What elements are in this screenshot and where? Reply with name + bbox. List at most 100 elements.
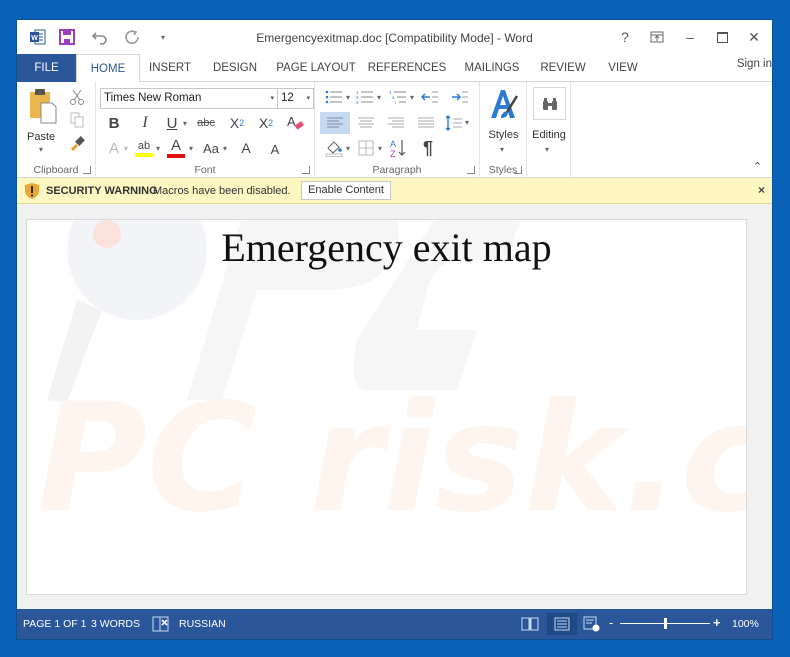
minimize-icon: – xyxy=(686,29,694,45)
tab-design[interactable]: DESIGN xyxy=(200,54,270,82)
sort-button[interactable]: AZ xyxy=(387,137,409,159)
text-effects-dropdown-icon[interactable]: ▾ xyxy=(124,144,128,153)
highlight-dropdown-icon[interactable]: ▾ xyxy=(156,144,160,153)
zoom-in-button[interactable]: + xyxy=(713,615,721,630)
shield-warning-icon xyxy=(25,183,39,199)
bullets-dropdown-icon[interactable]: ▾ xyxy=(346,93,350,102)
tab-file[interactable]: FILE xyxy=(17,54,76,82)
clear-formatting-button[interactable]: A xyxy=(285,113,305,133)
align-center-button[interactable] xyxy=(353,112,379,134)
copy-button[interactable] xyxy=(68,111,86,129)
align-left-button[interactable] xyxy=(320,112,350,134)
font-color-dropdown-icon[interactable]: ▾ xyxy=(189,144,193,153)
numbering-dropdown-icon[interactable]: ▾ xyxy=(377,93,381,102)
font-color-button[interactable]: A xyxy=(165,137,187,159)
italic-button[interactable]: I xyxy=(136,114,154,132)
maximize-button[interactable] xyxy=(710,26,734,48)
language-status[interactable]: RUSSIAN xyxy=(179,618,226,630)
zoom-out-button[interactable]: - xyxy=(609,615,613,630)
font-name-input[interactable]: Times New Roman ▾ xyxy=(100,88,278,109)
word-count[interactable]: 3 WORDS xyxy=(91,618,140,630)
document-heading[interactable]: Emergency exit map xyxy=(27,224,746,271)
multilevel-list-dropdown-icon[interactable]: ▾ xyxy=(410,93,414,102)
change-case-dropdown-icon[interactable]: ▾ xyxy=(223,144,227,153)
show-formatting-marks-button[interactable]: ¶ xyxy=(417,137,439,159)
superscript-button[interactable]: X2 xyxy=(256,114,276,132)
highlight-button[interactable]: ab xyxy=(133,137,155,159)
clipboard-launcher-icon[interactable] xyxy=(83,166,91,174)
line-spacing-dropdown-icon[interactable]: ▾ xyxy=(465,118,469,127)
ribbon-display-options-icon xyxy=(650,31,664,43)
font-size-dropdown-icon[interactable]: ▾ xyxy=(306,94,310,102)
document-page[interactable]: PC risk.com Emergency exit map xyxy=(26,219,747,595)
document-area[interactable]: PC risk.com Emergency exit map xyxy=(17,204,772,609)
font-size-input[interactable]: 12 ▾ xyxy=(278,88,314,109)
tab-page-layout[interactable]: PAGE LAYOUT xyxy=(270,54,362,82)
web-layout-button[interactable] xyxy=(579,613,605,635)
borders-dropdown-icon[interactable]: ▾ xyxy=(378,144,382,153)
justify-button[interactable] xyxy=(413,112,439,134)
shading-dropdown-icon[interactable]: ▾ xyxy=(346,144,350,153)
line-spacing-icon xyxy=(445,115,462,131)
close-button[interactable]: ✕ xyxy=(742,26,766,48)
tab-mailings[interactable]: MAILINGS xyxy=(452,54,532,82)
line-spacing-button[interactable] xyxy=(443,112,465,134)
underline-button[interactable]: U xyxy=(163,114,181,132)
decrease-indent-button[interactable] xyxy=(419,88,441,106)
tab-insert[interactable]: INSERT xyxy=(140,54,200,82)
enable-content-button[interactable]: Enable Content xyxy=(301,181,391,200)
highlight-glyph: ab xyxy=(137,140,151,152)
strikethrough-button[interactable]: abc xyxy=(194,114,218,132)
close-message-bar-icon[interactable]: × xyxy=(758,183,765,197)
shrink-font-button[interactable]: A xyxy=(266,139,284,159)
minimize-button[interactable]: – xyxy=(678,26,702,48)
tab-references[interactable]: REFERENCES xyxy=(362,54,452,82)
bold-button[interactable]: B xyxy=(105,114,123,132)
collapse-ribbon-icon[interactable]: ⌃ xyxy=(753,160,762,173)
print-layout-button[interactable] xyxy=(547,613,577,635)
page-count[interactable]: PAGE 1 OF 1 xyxy=(23,618,86,630)
cut-button[interactable] xyxy=(68,88,86,106)
format-painter-button[interactable] xyxy=(68,134,86,152)
multilevel-list-button[interactable]: 1ai xyxy=(387,88,409,106)
proofing-error-icon xyxy=(152,616,169,632)
security-warning-message: Macros have been disabled. xyxy=(153,185,291,197)
styles-button[interactable]: Styles ▾ xyxy=(480,82,527,160)
svg-text:A: A xyxy=(287,114,296,129)
styles-launcher-icon[interactable] xyxy=(514,166,522,174)
help-button[interactable]: ? xyxy=(613,26,637,48)
ribbon-display-options-button[interactable] xyxy=(645,26,669,48)
subscript-button[interactable]: X2 xyxy=(227,114,247,132)
paragraph-launcher-icon[interactable] xyxy=(467,166,475,174)
font-launcher-icon[interactable] xyxy=(302,166,310,174)
proofing-status-button[interactable] xyxy=(148,613,174,635)
change-case-button[interactable]: Aa xyxy=(199,139,223,157)
zoom-level[interactable]: 100% xyxy=(732,618,759,630)
zoom-slider[interactable] xyxy=(620,618,710,629)
tab-review[interactable]: REVIEW xyxy=(532,54,594,82)
bullets-button[interactable] xyxy=(323,88,345,106)
sign-in-link[interactable]: Sign in xyxy=(737,58,772,70)
paste-icon xyxy=(30,89,57,124)
sort-az-icon: AZ xyxy=(390,139,406,158)
borders-button[interactable] xyxy=(355,138,377,158)
paste-label[interactable]: Paste xyxy=(27,131,55,143)
align-right-icon xyxy=(388,117,404,128)
tab-view[interactable]: VIEW xyxy=(594,54,652,82)
read-mode-button[interactable] xyxy=(517,613,543,635)
editing-button[interactable]: Editing ▾ xyxy=(527,82,571,160)
zoom-slider-thumb[interactable] xyxy=(663,618,667,629)
font-color-glyph: A xyxy=(170,137,181,154)
paste-button[interactable] xyxy=(26,86,60,126)
paste-dropdown-icon[interactable]: ▾ xyxy=(39,145,43,154)
align-right-button[interactable] xyxy=(383,112,409,134)
font-name-dropdown-icon[interactable]: ▾ xyxy=(270,94,274,102)
increase-indent-button[interactable] xyxy=(449,88,471,106)
text-effects-button[interactable]: A xyxy=(105,139,123,157)
grow-font-button[interactable]: A xyxy=(237,138,255,158)
shading-button[interactable] xyxy=(323,138,345,158)
tab-home[interactable]: HOME xyxy=(76,54,140,83)
underline-dropdown-icon[interactable]: ▾ xyxy=(183,119,187,128)
paragraph-group-label: Paragraph xyxy=(372,164,422,176)
numbering-button[interactable]: 123 xyxy=(354,88,376,106)
